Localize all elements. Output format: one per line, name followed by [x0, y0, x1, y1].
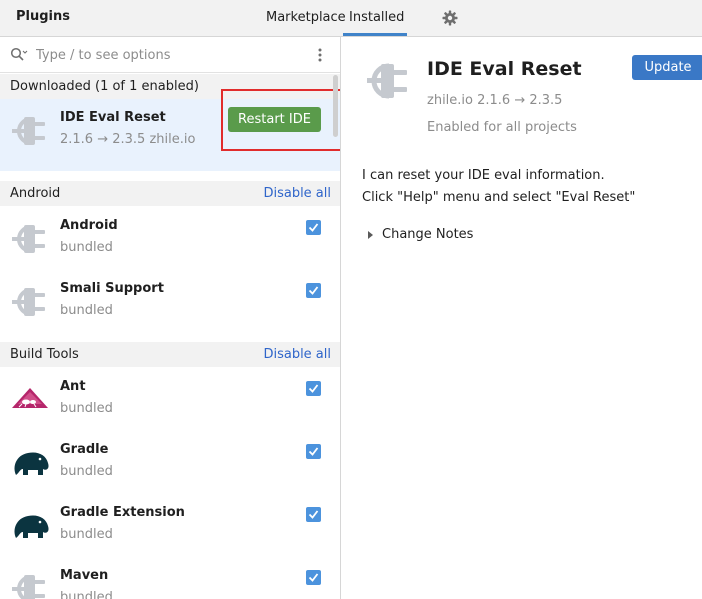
kebab-menu-icon[interactable] [316, 47, 324, 63]
section-header-downloaded: Downloaded (1 of 1 enabled) [0, 74, 340, 99]
tab-installed[interactable]: Installed [349, 10, 404, 25]
expand-triangle-icon [368, 231, 373, 239]
plugin-description-line: I can reset your IDE eval information. [362, 168, 605, 183]
section-title: Downloaded (1 of 1 enabled) [10, 79, 199, 94]
elephant-icon [10, 445, 50, 481]
update-button[interactable]: Update [632, 55, 702, 80]
section-header-build-tools: Build Tools Disable all [0, 342, 340, 367]
active-tab-indicator [343, 33, 407, 36]
plugin-description-line: Click "Help" menu and select "Eval Reset… [362, 190, 636, 205]
plugin-name: Maven [60, 568, 109, 583]
plugin-version: 2.1.6 → 2.3.5 zhile.io [60, 132, 196, 147]
plugin-row-gradle-extension[interactable]: Gradle Extension bundled [0, 494, 340, 557]
plugin-row-smali-support[interactable]: Smali Support bundled [0, 270, 340, 333]
enable-checkbox[interactable] [306, 507, 321, 522]
plugin-detail-meta: zhile.io 2.1.6 → 2.3.5 [427, 93, 563, 108]
plugin-source: bundled [60, 401, 113, 416]
plug-icon [10, 284, 50, 320]
enable-checkbox[interactable] [306, 283, 321, 298]
change-notes-label: Change Notes [382, 227, 474, 242]
enable-checkbox[interactable] [306, 444, 321, 459]
plugin-row-ant[interactable]: Ant bundled [0, 368, 340, 431]
enable-checkbox[interactable] [306, 570, 321, 585]
elephant-icon [10, 508, 50, 544]
plugin-name: Ant [60, 379, 86, 394]
plugin-name: Gradle Extension [60, 505, 185, 520]
enable-checkbox[interactable] [306, 220, 321, 235]
plug-icon [10, 571, 50, 599]
plug-icon [364, 59, 412, 103]
page-title: Plugins [16, 9, 70, 24]
search-input[interactable] [36, 45, 296, 65]
plugin-name: Gradle [60, 442, 109, 457]
search-icon[interactable] [10, 47, 28, 63]
section-header-android: Android Disable all [0, 181, 340, 206]
plugin-source: bundled [60, 303, 113, 318]
plug-icon [10, 221, 50, 257]
plugin-row-android[interactable]: Android bundled [0, 207, 340, 270]
plugin-name: Android [60, 218, 118, 233]
tab-marketplace[interactable]: Marketplace [266, 10, 346, 25]
plugin-details-panel: IDE Eval Reset zhile.io 2.1.6 → 2.3.5 En… [342, 37, 702, 599]
plugins-header: Plugins Marketplace Installed [0, 0, 702, 37]
plugin-detail-title: IDE Eval Reset [427, 58, 582, 80]
plugin-name: IDE Eval Reset [60, 110, 166, 125]
enable-checkbox[interactable] [306, 381, 321, 396]
disable-all-link[interactable]: Disable all [263, 186, 331, 201]
scrollbar-thumb[interactable] [333, 75, 338, 137]
ant-icon [10, 382, 50, 418]
plugin-source: bundled [60, 240, 113, 255]
plugin-list-panel: Downloaded (1 of 1 enabled) IDE Eval Res… [0, 37, 341, 599]
disable-all-link[interactable]: Disable all [263, 347, 331, 362]
plugin-name: Smali Support [60, 281, 164, 296]
search-bar [0, 37, 340, 73]
gear-icon[interactable] [442, 10, 458, 26]
section-title: Android [10, 186, 61, 201]
section-title: Build Tools [10, 347, 79, 362]
plugin-row-gradle[interactable]: Gradle bundled [0, 431, 340, 494]
plugin-source: bundled [60, 527, 113, 542]
plugin-source: bundled [60, 590, 113, 599]
restart-ide-button[interactable]: Restart IDE [228, 107, 321, 132]
plugin-row-maven[interactable]: Maven bundled [0, 557, 340, 599]
plug-icon [10, 113, 50, 149]
plugin-source: bundled [60, 464, 113, 479]
plugin-detail-status: Enabled for all projects [427, 120, 577, 135]
